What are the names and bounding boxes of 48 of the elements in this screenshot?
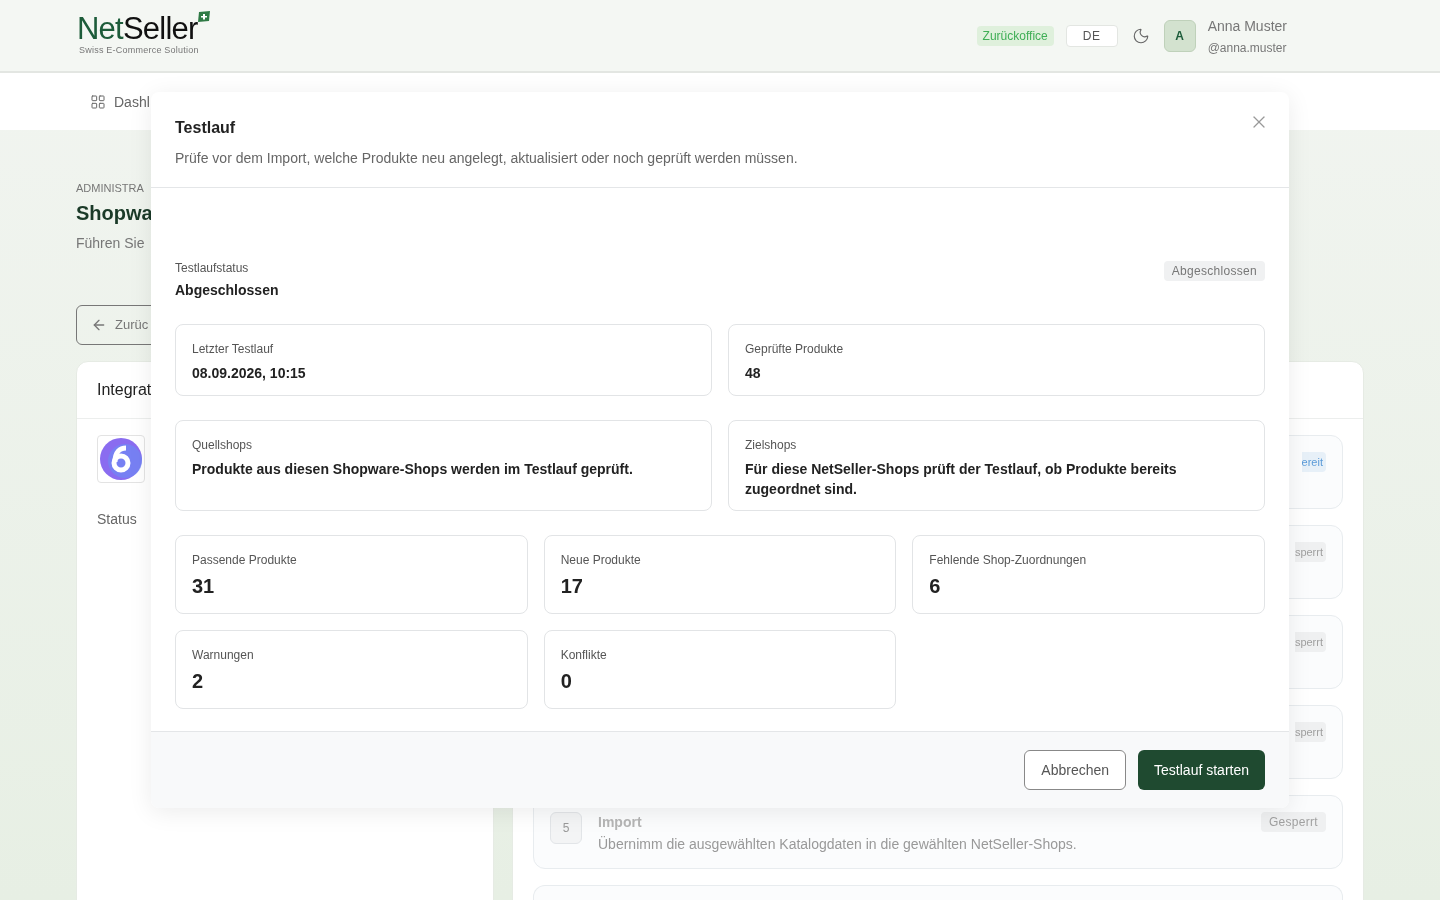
info-value: 48 bbox=[745, 364, 762, 383]
metric-label: Neue Produkte bbox=[560, 552, 642, 568]
step-description: Übernimm die ausgewählten Katalogdaten in die gewählten NetSeller-Shops. bbox=[598, 834, 1078, 854]
status-badge: sperrt bbox=[1294, 541, 1326, 562]
cancel-button[interactable]: Abbrechen bbox=[1024, 750, 1127, 790]
status-label: Status bbox=[97, 509, 138, 529]
info-value: Produkte aus diesen Shopware-Shops werden im Testlauf geprüft. bbox=[192, 460, 634, 479]
metric-label: Passende Produkte bbox=[192, 552, 298, 568]
page-eyebrow: ADMINISTRA bbox=[76, 181, 144, 196]
user-handle: @anna.muster bbox=[1207, 39, 1287, 56]
status-badge: sperrt bbox=[1294, 631, 1326, 652]
metric-label: Konflikte bbox=[560, 647, 608, 663]
info-label: Zielshops bbox=[745, 437, 798, 453]
page-title: Shopwa bbox=[76, 200, 154, 226]
user-avatar[interactable]: A bbox=[1163, 19, 1196, 52]
page-subtitle: Führen Sie bbox=[76, 233, 146, 253]
user-name: Anna Muster bbox=[1207, 16, 1287, 36]
flag-icon bbox=[197, 11, 210, 23]
language-button[interactable]: DE bbox=[1065, 24, 1118, 47]
info-label: Quellshops bbox=[192, 437, 254, 453]
logo-text: NetSeller bbox=[77, 13, 198, 45]
metric-value: 6 bbox=[929, 574, 942, 599]
status-badge: Gesperrt bbox=[1260, 811, 1326, 832]
environment-badge: Zurückoffice bbox=[976, 25, 1054, 46]
logo-tagline: Swiss E-Commerce Solution bbox=[79, 44, 200, 58]
metric-label: Fehlende Shop-Zuordnungen bbox=[929, 552, 1088, 568]
dialog-title: Testlauf bbox=[175, 118, 236, 138]
step-title: Import bbox=[598, 812, 643, 832]
info-value: Für diese NetSeller-Shops prüft der Testlauf, ob Produkte bereits zugeordnet sind. bbox=[745, 460, 1178, 499]
card-title: Integrat bbox=[97, 379, 152, 400]
metric-value: 0 bbox=[560, 669, 573, 694]
info-label: Geprüfte Produkte bbox=[745, 341, 845, 357]
metric-value: 31 bbox=[192, 574, 216, 599]
step-number: 5 bbox=[550, 811, 582, 844]
status-label: Testlaufstatus bbox=[175, 260, 250, 276]
dashboard-icon bbox=[90, 93, 106, 110]
metric-value: 2 bbox=[192, 669, 205, 694]
start-button[interactable]: Testlauf starten bbox=[1138, 750, 1265, 790]
metric-value: 17 bbox=[560, 574, 584, 599]
dialog-description: Prüfe vor dem Import, welche Produkte neu angelegt, aktualisiert oder noch geprüft werden müssen. bbox=[175, 149, 799, 168]
status-badge: Abgeschlossen bbox=[1163, 261, 1265, 281]
info-value: 08.09.2026, 10:15 bbox=[192, 364, 307, 383]
status-value: Abgeschlossen bbox=[175, 281, 279, 300]
metric-label: Warnungen bbox=[192, 647, 255, 663]
status-badge: ereit bbox=[1301, 451, 1326, 472]
dark-mode-icon[interactable] bbox=[1131, 26, 1150, 45]
nav-item[interactable]: Dashl bbox=[90, 91, 150, 112]
status-badge: sperrt bbox=[1294, 721, 1326, 742]
